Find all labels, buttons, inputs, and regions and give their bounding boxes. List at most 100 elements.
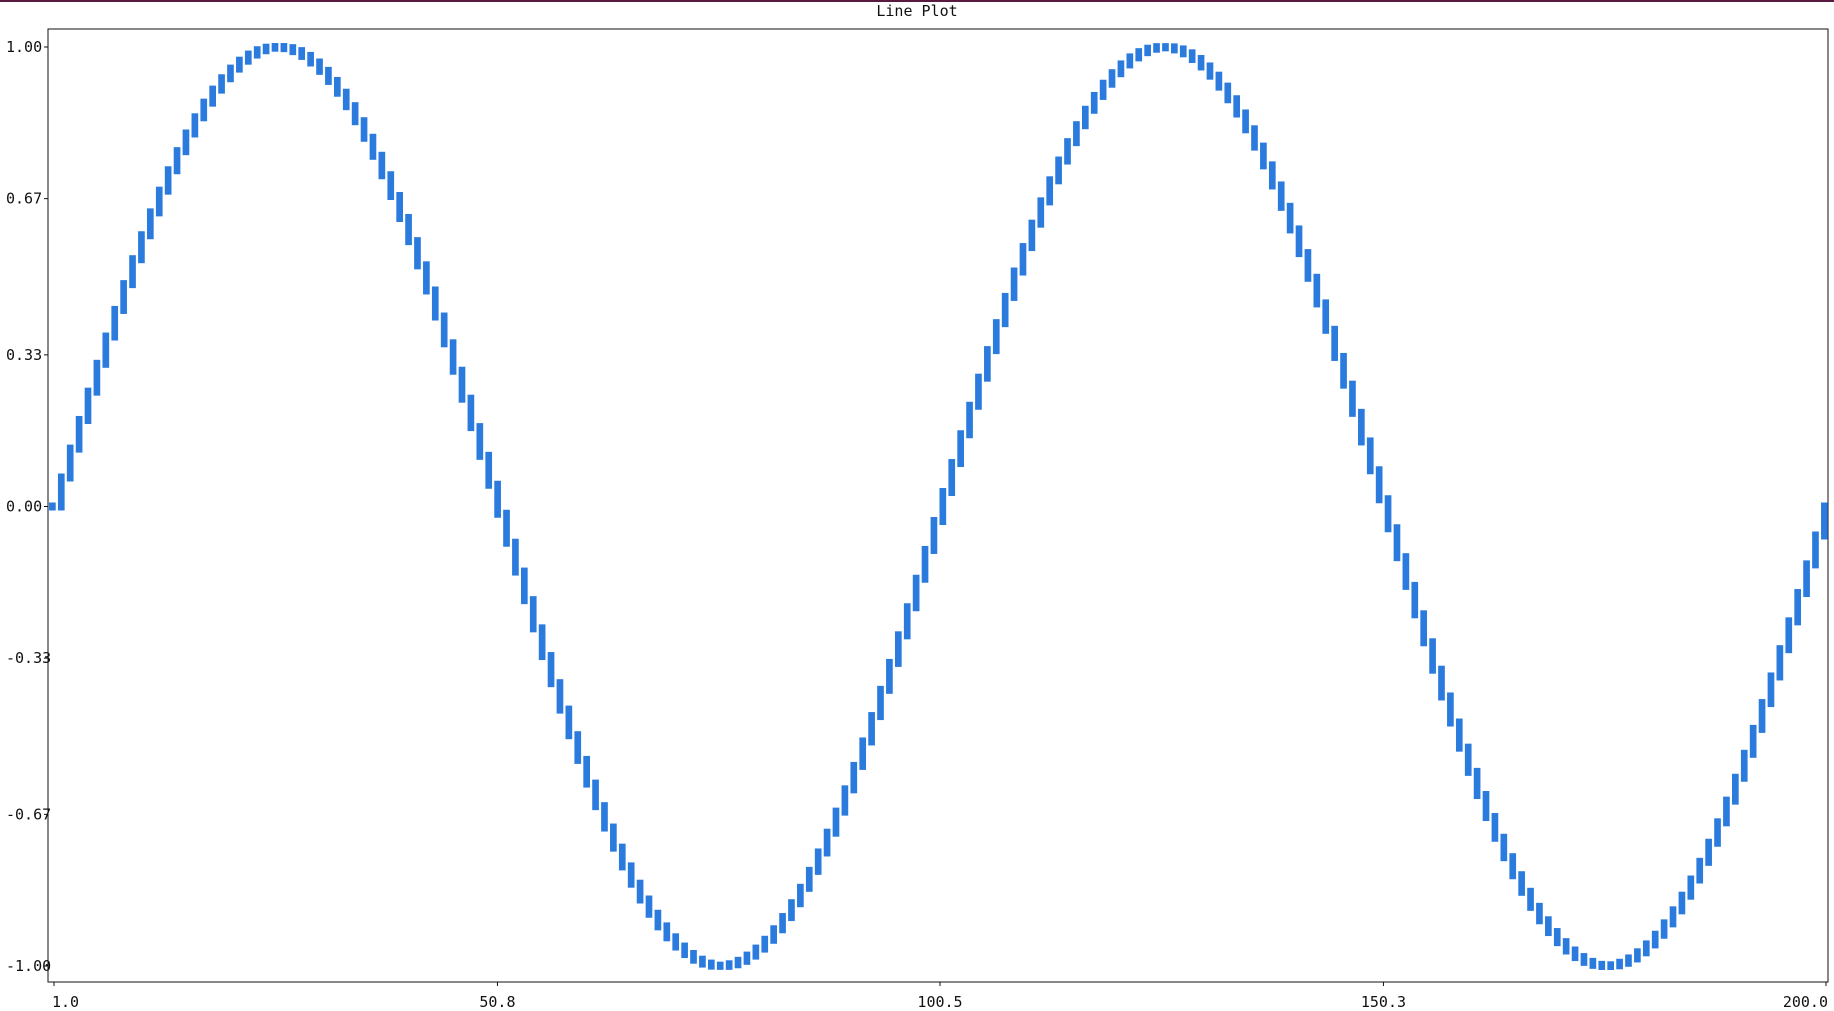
line-point <box>672 933 680 951</box>
line-point <box>503 509 510 547</box>
line-point <box>1313 273 1321 308</box>
line-point <box>618 843 626 871</box>
line-point <box>868 712 875 746</box>
line-point <box>1340 352 1347 389</box>
line-point <box>1509 853 1517 880</box>
line-point <box>396 191 404 222</box>
line-point <box>592 779 599 811</box>
line-point <box>610 823 617 852</box>
line-point <box>1135 48 1143 62</box>
line-point <box>832 807 840 837</box>
line-point <box>369 133 377 160</box>
line-point <box>1375 466 1383 504</box>
line-point <box>547 652 555 688</box>
line-point <box>1732 773 1739 805</box>
line-point <box>111 305 119 341</box>
line-point <box>984 346 991 382</box>
line-point <box>1179 45 1187 58</box>
line-point <box>102 332 110 368</box>
line-point <box>485 451 493 489</box>
line-point <box>992 319 1000 355</box>
line-point <box>1206 62 1214 80</box>
line-point <box>1785 617 1793 654</box>
line-point <box>431 286 439 321</box>
line-point <box>1099 79 1107 100</box>
line-point <box>289 44 297 56</box>
line-point <box>556 679 564 714</box>
line-point <box>271 43 279 52</box>
line-point <box>1277 181 1285 211</box>
line-point <box>1420 610 1428 647</box>
line-point <box>1251 125 1258 151</box>
line-point <box>1224 82 1232 104</box>
line-point <box>1028 219 1036 252</box>
line-point <box>351 102 359 126</box>
line-point <box>654 909 662 931</box>
line-point <box>1660 919 1668 939</box>
line-point <box>253 46 261 59</box>
line-point <box>467 394 475 432</box>
line-point <box>788 899 795 922</box>
plot-frame <box>47 28 1829 983</box>
line-point <box>236 56 243 73</box>
line-point <box>458 366 466 403</box>
line-point <box>1482 791 1490 822</box>
y-axis: 1.00 0.67 0.33 0.00 -0.33 -0.67 -1.00 <box>6 38 51 975</box>
line-point <box>1553 928 1561 947</box>
line-point <box>1491 813 1499 842</box>
line-point <box>1473 767 1481 800</box>
line-point <box>1562 938 1570 955</box>
line-point <box>66 444 74 482</box>
x-tick-label: 50.8 <box>479 993 515 1011</box>
line-point <box>1081 105 1089 130</box>
line-point <box>173 147 181 175</box>
line-point <box>307 51 314 67</box>
line-point <box>333 76 341 97</box>
line-point <box>1821 502 1828 540</box>
line-point <box>316 58 323 75</box>
line-point <box>1625 954 1632 967</box>
line-point <box>325 66 332 85</box>
line-point <box>155 186 163 217</box>
line-point <box>209 85 217 107</box>
line-point <box>1331 325 1338 361</box>
line-point <box>387 171 395 200</box>
line-point <box>49 502 56 511</box>
line-point <box>146 208 154 240</box>
line-point <box>512 538 519 576</box>
line-point <box>1304 249 1312 282</box>
line-point <box>1064 138 1071 165</box>
line-point <box>1358 408 1365 446</box>
line-point <box>423 261 430 295</box>
line-point <box>1411 581 1419 619</box>
line-point <box>1233 95 1241 118</box>
line-point <box>529 596 537 633</box>
line-point <box>360 117 368 142</box>
line-point <box>716 961 724 970</box>
line-point <box>449 339 457 375</box>
line-point <box>1438 665 1445 701</box>
y-tick-label: 0.33 <box>6 346 42 364</box>
line-point <box>1126 53 1134 69</box>
line-point <box>440 312 448 348</box>
line-point <box>770 925 777 944</box>
x-tick-label: 150.3 <box>1361 993 1406 1011</box>
line-point <box>743 951 751 965</box>
line-point <box>921 545 929 583</box>
line-point <box>93 359 101 396</box>
series-layer <box>49 43 1828 970</box>
line-point <box>342 88 350 111</box>
line-point <box>1366 437 1374 475</box>
line-point <box>761 935 769 953</box>
line-point <box>1749 724 1757 758</box>
line-point <box>1696 857 1704 884</box>
line-point <box>1767 672 1775 708</box>
line-point <box>583 755 590 788</box>
line-point <box>912 574 920 612</box>
line-point <box>1580 953 1588 966</box>
line-point <box>1536 902 1543 925</box>
line-point <box>725 960 733 970</box>
line-point <box>1500 833 1508 862</box>
line-point <box>734 956 742 969</box>
line-point <box>1723 796 1730 827</box>
